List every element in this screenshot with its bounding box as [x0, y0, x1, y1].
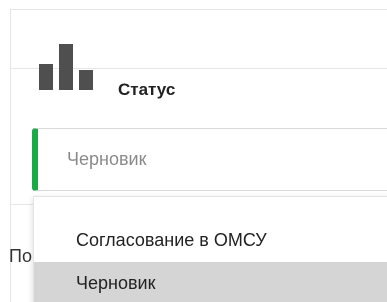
- status-dropdown-menu: Согласование в ОМСУ Черновик: [33, 196, 387, 302]
- dropdown-option-draft[interactable]: Черновик: [34, 262, 387, 302]
- bar-chart-icon: [39, 44, 99, 90]
- status-label: Статус: [118, 80, 176, 99]
- bar-chart-icon-bar: [39, 64, 53, 90]
- background-field-label: По: [9, 246, 32, 266]
- dropdown-option-approval[interactable]: Согласование в ОМСУ: [34, 219, 387, 262]
- status-select[interactable]: Черновик: [32, 128, 387, 191]
- bar-chart-icon-bar: [79, 70, 93, 90]
- bar-chart-icon-bar: [59, 44, 73, 90]
- status-select-value: Черновик: [67, 149, 147, 169]
